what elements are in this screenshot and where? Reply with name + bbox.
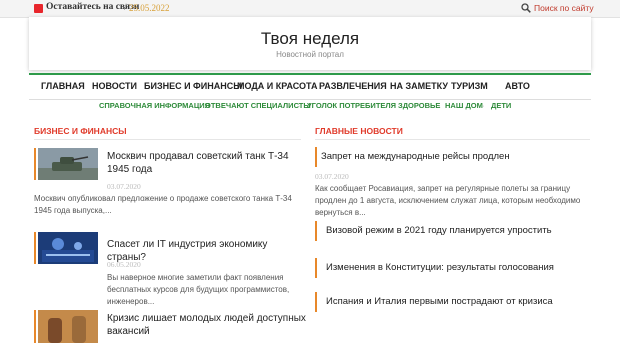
- tech-thumbnail[interactable]: [38, 232, 98, 264]
- search-link[interactable]: Поиск по сайту: [534, 3, 594, 13]
- news-item-title[interactable]: Визовой режим в 2021 году планируется уп…: [326, 225, 552, 236]
- sub-nav: СПРАВОЧНАЯ ИНФОРМАЦИЯ · ОТВЕЧАЮТ СПЕЦИАЛ…: [29, 100, 591, 117]
- subnav-separator: ·: [389, 101, 392, 110]
- subnav-item-specialists[interactable]: ОТВЕЧАЮТ СПЕЦИАЛИСТЫ: [205, 101, 311, 110]
- section-divider: [315, 139, 590, 140]
- article-title[interactable]: Кризис лишает молодых людей доступных ва…: [107, 312, 307, 338]
- nav-item-auto[interactable]: АВТО: [505, 81, 530, 91]
- news-item-title[interactable]: Испания и Италия первыми пострадают от к…: [326, 296, 553, 307]
- news-lead-date: 03.07.2020: [315, 172, 349, 181]
- site-header: Твоя неделя Новостной портал: [29, 17, 591, 70]
- accent-bar: [315, 147, 317, 167]
- news-item: Изменения в Конституции: результаты голо…: [315, 258, 590, 278]
- top-bar: Оставайтесь на связи / 25.05.2022 Поиск …: [0, 0, 620, 18]
- nav-item-fashion[interactable]: МОДА И КРАСОТА: [237, 81, 317, 91]
- nav-item-business[interactable]: БИЗНЕС И ФИНАНСЫ: [144, 81, 242, 91]
- article-excerpt: Вы наверное многие заметили факт появлен…: [107, 273, 290, 306]
- section-title-business[interactable]: БИЗНЕС И ФИНАНСЫ: [34, 126, 127, 136]
- article-date: 06.05.2020: [107, 260, 141, 269]
- section-divider: [34, 139, 301, 140]
- nav-item-entertainment[interactable]: РАЗВЛЕЧЕНИЯ: [319, 81, 387, 91]
- article-title[interactable]: Москвич продавал советский танк Т-34 194…: [107, 150, 307, 176]
- current-date: 25.05.2022: [129, 3, 170, 13]
- news-lead-title[interactable]: Запрет на международные рейсы продлен: [321, 151, 510, 162]
- subnav-item-kids[interactable]: ДЕТИ: [491, 101, 511, 110]
- accent-bar: [315, 258, 317, 278]
- nav-item-notes[interactable]: НА ЗАМЕТКУ: [390, 81, 448, 91]
- news-item-title[interactable]: Изменения в Конституции: результаты голо…: [326, 262, 554, 273]
- accent-bar: [315, 221, 317, 241]
- subnav-separator: ·: [482, 101, 485, 110]
- accent-bar: [34, 148, 36, 180]
- accent-bar: [34, 310, 36, 343]
- subnav-separator: ·: [196, 101, 199, 110]
- subnav-item-health[interactable]: ЗДОРОВЬЕ: [398, 101, 440, 110]
- crisis-thumbnail[interactable]: [38, 310, 98, 343]
- subnav-item-reference[interactable]: СПРАВОЧНАЯ ИНФОРМАЦИЯ: [99, 101, 210, 110]
- accent-bar: [315, 292, 317, 312]
- news-item: Испания и Италия первыми пострадают от к…: [315, 292, 590, 312]
- news-lead-excerpt: Как сообщает Росавиация, запрет на регул…: [315, 184, 581, 217]
- nav-item-home[interactable]: ГЛАВНАЯ: [41, 81, 85, 91]
- article-excerpt: Москвич опубликовал предложение о продаж…: [34, 194, 292, 215]
- section-title-top-news[interactable]: ГЛАВНЫЕ НОВОСТИ: [315, 126, 403, 136]
- news-lead: Запрет на международные рейсы продлен: [315, 147, 590, 167]
- subnav-item-home[interactable]: НАШ ДОМ: [445, 101, 483, 110]
- article-date: 03.07.2020: [107, 182, 141, 191]
- search-icon[interactable]: [521, 3, 531, 13]
- rss-icon[interactable]: [34, 4, 43, 13]
- accent-bar: [34, 232, 36, 264]
- subnav-separator: ·: [438, 101, 441, 110]
- site-title[interactable]: Твоя неделя: [29, 29, 591, 49]
- subnav-separator: ·: [298, 101, 301, 110]
- site-subtitle: Новостной портал: [276, 50, 344, 59]
- nav-item-tourism[interactable]: ТУРИЗМ: [451, 81, 488, 91]
- separator: /: [124, 2, 127, 12]
- nav-accent-line: [29, 73, 591, 75]
- subnav-item-consumer[interactable]: УГОЛОК ПОТРЕБИТЕЛЯ: [307, 101, 396, 110]
- news-item: Визовой режим в 2021 году планируется уп…: [315, 221, 590, 241]
- main-nav: ГЛАВНАЯ НОВОСТИ БИЗНЕС И ФИНАНСЫ МОДА И …: [29, 73, 591, 100]
- nav-item-news[interactable]: НОВОСТИ: [92, 81, 137, 91]
- tank-thumbnail[interactable]: [38, 148, 98, 180]
